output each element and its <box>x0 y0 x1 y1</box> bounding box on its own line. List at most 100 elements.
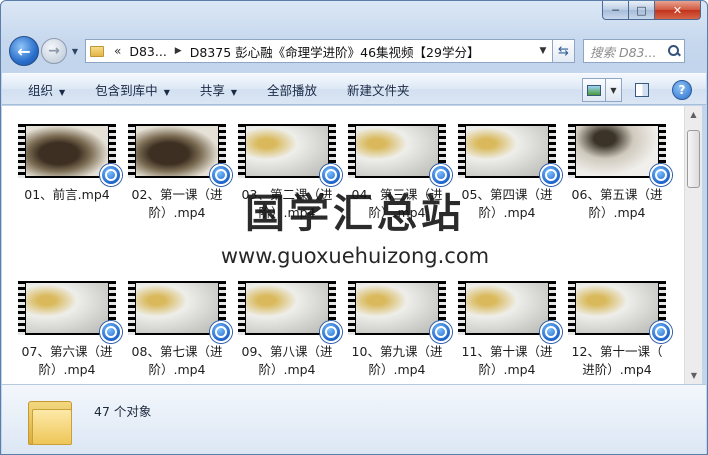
details-pane: 47 个对象 <box>2 384 706 454</box>
share-menu[interactable]: 共享 ▼ <box>200 80 237 99</box>
video-thumbnail <box>18 124 122 186</box>
file-item[interactable]: 02、第一课（进 阶）.mp4 <box>122 124 232 222</box>
recent-pages-dropdown-icon[interactable]: ▼ <box>69 47 81 56</box>
video-thumbnail <box>348 281 452 343</box>
film-strip <box>568 281 575 335</box>
file-name: 02、第一课（进 阶）.mp4 <box>131 187 223 220</box>
organize-menu[interactable]: 组织 ▼ <box>28 80 65 99</box>
chevron-right-icon[interactable]: ▶ <box>175 46 182 56</box>
file-item[interactable]: 04、第三课（进 阶）.mp4 <box>342 124 452 222</box>
file-name: 11、第十课（进 阶）.mp4 <box>461 344 553 377</box>
forward-button[interactable]: → <box>41 38 67 64</box>
preview-pane-button[interactable] <box>630 78 654 102</box>
caption-buttons: ─ □ ✕ <box>602 1 701 20</box>
refresh-button[interactable]: ⇆ <box>553 39 575 63</box>
video-frame <box>466 283 548 333</box>
address-bar[interactable]: « D83... ▶ D8375 彭心融《命理学进阶》46集视频【29学分】 ▼ <box>85 39 553 63</box>
chevron-down-icon: ▼ <box>163 87 170 97</box>
film-strip <box>458 124 465 178</box>
file-name: 06、第五课（进 阶）.mp4 <box>571 187 663 220</box>
film-strip <box>128 281 135 335</box>
video-thumbnail <box>238 281 342 343</box>
video-thumbnail <box>348 124 452 186</box>
video-thumbnail <box>18 281 122 343</box>
play-all-button[interactable]: 全部播放 <box>267 80 317 99</box>
include-library-menu[interactable]: 包含到库中 ▼ <box>95 80 170 99</box>
view-icon <box>587 84 601 96</box>
back-button[interactable]: ← <box>9 36 39 66</box>
file-item[interactable]: 09、第八课（进 阶）.mp4 <box>232 281 342 379</box>
view-dropdown-icon[interactable]: ▼ <box>606 78 622 102</box>
media-player-icon <box>100 164 122 186</box>
video-thumbnail <box>458 281 562 343</box>
film-strip <box>18 124 25 178</box>
film-strip <box>348 281 355 335</box>
video-frame <box>136 283 218 333</box>
breadcrumb-item[interactable]: D83... <box>129 44 166 59</box>
media-player-icon <box>430 164 452 186</box>
file-item[interactable]: 06、第五课（进 阶）.mp4 <box>562 124 672 222</box>
scroll-thumb[interactable] <box>687 130 700 188</box>
video-frame <box>576 283 658 333</box>
media-player-icon <box>320 321 342 343</box>
video-thumbnail <box>128 124 232 186</box>
new-folder-button[interactable]: 新建文件夹 <box>347 80 410 99</box>
file-item[interactable]: 10、第九课（进 阶）.mp4 <box>342 281 452 379</box>
file-item[interactable]: 08、第七课（进 阶）.mp4 <box>122 281 232 379</box>
close-button[interactable]: ✕ <box>655 1 701 20</box>
video-frame <box>246 283 328 333</box>
video-thumbnail <box>128 281 232 343</box>
file-name: 07、第六课（进 阶）.mp4 <box>21 344 113 377</box>
video-thumbnail <box>238 124 342 186</box>
preview-pane-icon <box>635 83 649 97</box>
video-frame <box>356 126 438 176</box>
breadcrumb-overflow[interactable]: « <box>114 44 121 58</box>
share-label: 共享 <box>199 82 225 98</box>
maximize-button[interactable]: □ <box>629 1 655 20</box>
video-frame <box>466 126 548 176</box>
navigation-bar: ← → ▼ « D83... ▶ D8375 彭心融《命理学进阶》46集视频【2… <box>9 35 699 67</box>
file-name: 05、第四课（进 阶）.mp4 <box>461 187 553 220</box>
file-item[interactable]: 05、第四课（进 阶）.mp4 <box>452 124 562 222</box>
media-player-icon <box>100 321 122 343</box>
video-frame <box>26 126 108 176</box>
media-player-icon <box>650 164 672 186</box>
media-player-icon <box>540 164 562 186</box>
help-button[interactable]: ? <box>672 80 692 100</box>
file-item[interactable]: 11、第十课（进 阶）.mp4 <box>452 281 562 379</box>
video-frame <box>356 283 438 333</box>
breadcrumb-item-current[interactable]: D8375 彭心融《命理学进阶》46集视频【29学分】 <box>190 42 480 61</box>
media-player-icon <box>540 321 562 343</box>
file-item[interactable]: 01、前言.mp4 <box>12 124 122 204</box>
search-input[interactable]: 搜索 D83... <box>583 39 685 63</box>
file-name: 12、第十一课（ 进阶）.mp4 <box>571 344 663 377</box>
file-item[interactable]: 03、第二课（进 阶）.mp4 <box>232 124 342 222</box>
video-frame <box>26 283 108 333</box>
scroll-down-icon[interactable]: ▼ <box>685 367 703 384</box>
scroll-up-icon[interactable]: ▲ <box>685 106 702 123</box>
media-player-icon <box>430 321 452 343</box>
film-strip <box>568 124 575 178</box>
organize-label: 组织 <box>28 82 54 98</box>
film-strip <box>18 281 25 335</box>
item-count: 47 个对象 <box>94 404 152 419</box>
video-frame <box>246 126 328 176</box>
file-name: 09、第八课（进 阶）.mp4 <box>241 344 333 377</box>
film-strip <box>128 124 135 178</box>
file-item[interactable]: 07、第六课（进 阶）.mp4 <box>12 281 122 379</box>
command-bar: 组织 ▼ 包含到库中 ▼ 共享 ▼ 全部播放 新建文件夹 ▼ ? <box>2 73 706 105</box>
search-placeholder: 搜索 D83... <box>590 44 657 60</box>
video-thumbnail <box>458 124 562 186</box>
change-view-button[interactable] <box>582 78 606 102</box>
film-strip <box>238 281 245 335</box>
address-dropdown-icon[interactable]: ▼ <box>534 46 552 56</box>
media-player-icon <box>210 321 232 343</box>
video-frame <box>576 126 658 176</box>
search-icon[interactable] <box>668 45 680 57</box>
file-view: 01、前言.mp4 02、第一课（进 阶）.mp4 03、第二课（进 阶）.mp4 0… <box>2 106 684 384</box>
file-name: 03、第二课（进 阶）.mp4 <box>241 187 333 220</box>
vertical-scrollbar[interactable]: ▲ ▼ <box>684 106 702 384</box>
film-strip <box>458 281 465 335</box>
file-item[interactable]: 12、第十一课（ 进阶）.mp4 <box>562 281 672 379</box>
minimize-button[interactable]: ─ <box>602 1 629 20</box>
